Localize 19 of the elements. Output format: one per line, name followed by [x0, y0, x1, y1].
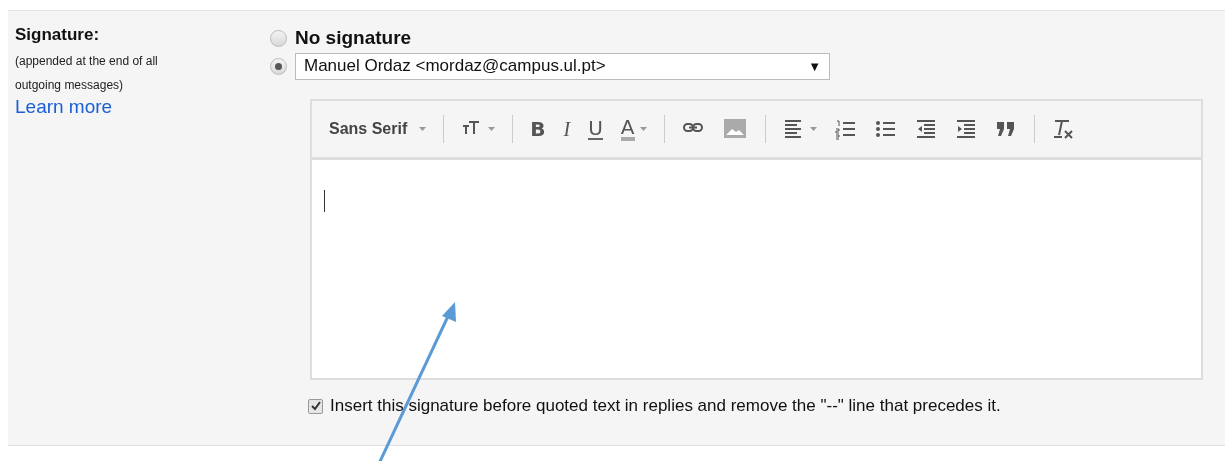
checkbox[interactable]	[308, 398, 323, 414]
italic-button[interactable]: I	[558, 114, 576, 144]
caret-icon	[809, 127, 817, 131]
setting-label: Signature:	[15, 25, 100, 45]
font-dropdown[interactable]: Sans Serif	[324, 114, 432, 144]
caret-icon	[639, 127, 647, 131]
text-cursor	[324, 190, 325, 212]
caret-icon	[419, 127, 427, 131]
caret-icon	[488, 127, 496, 131]
learn-more-link[interactable]: Learn more	[15, 97, 113, 117]
setting-description: (appended at the end of all outgoing messages)	[15, 53, 159, 94]
bold-button[interactable]: B	[525, 114, 551, 144]
radio-button[interactable]	[270, 57, 287, 75]
text-color-button[interactable]: A	[615, 114, 652, 144]
option-label: No signature	[295, 27, 412, 49]
signature-dropdown[interactable]: Manuel Ordaz <mordaz@campus.ul.pt> ▼	[295, 52, 830, 80]
underline-button[interactable]: U	[583, 114, 608, 144]
radio-button[interactable]	[270, 29, 287, 47]
checkbox-label: Insert this signature before quoted text in replies and remove the "--" line that precedes it.	[330, 396, 1001, 416]
